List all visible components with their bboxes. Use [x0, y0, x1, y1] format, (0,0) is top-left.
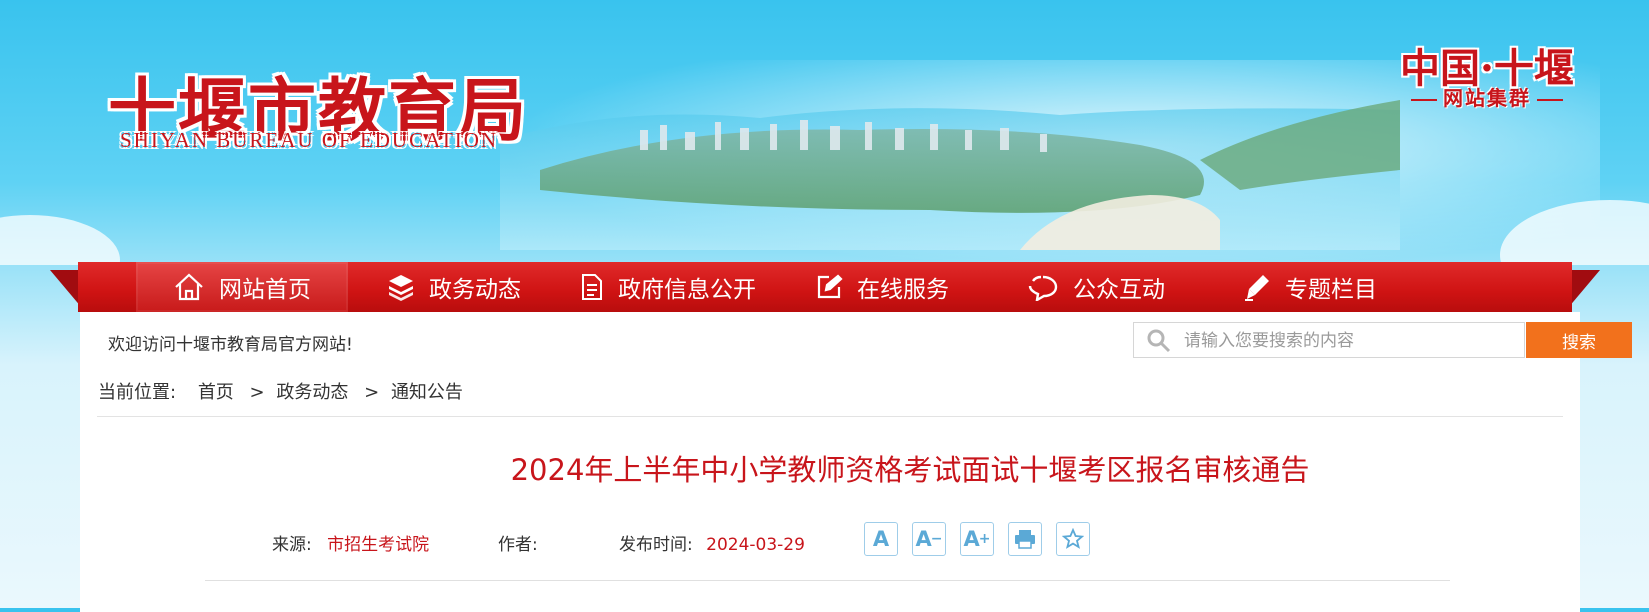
header-banner: 十堰市教育局 SHIYAN BUREAU OF EDUCATION 中国·十堰 …	[0, 0, 1649, 265]
minus-icon: −	[930, 531, 943, 547]
font-normal-label: A	[872, 527, 890, 551]
breadcrumb-label: 当前位置:	[98, 382, 177, 403]
breadcrumb-separator: >	[364, 382, 380, 403]
meta-divider	[205, 580, 1450, 581]
breadcrumb-separator: >	[249, 382, 265, 403]
source-label: 来源:	[272, 535, 312, 555]
content-panel: 欢迎访问十堰市教育局官方网站! 搜索 当前位置: 首页 > 政务动态 > 通知公…	[80, 312, 1632, 612]
nav-item-label: 政府信息公开	[618, 277, 756, 303]
breadcrumb-news[interactable]: 政务动态	[276, 382, 348, 403]
nav-item-online-service[interactable]: 在线服务	[776, 262, 988, 312]
pen-icon	[1245, 275, 1269, 301]
article-date: 发布时间: 2024-03-29	[619, 530, 805, 555]
font-smaller-label: A	[915, 527, 932, 551]
city-panorama	[500, 100, 1400, 250]
font-normal-button[interactable]: A	[864, 522, 898, 556]
date-label: 发布时间:	[619, 535, 693, 555]
layers-icon	[389, 275, 413, 301]
font-larger-label: A	[963, 527, 980, 551]
main-nav-wrapper: 网站首页 政务动态 政府信息公开 在线服务 公众互动 专题栏目	[50, 262, 1600, 312]
article-source: 来源: 市招生考试院	[272, 530, 429, 555]
nav-item-label: 专题栏目	[1285, 277, 1377, 303]
author-label: 作者:	[498, 535, 538, 555]
nav-item-label: 政务动态	[429, 277, 521, 303]
nav-item-interaction[interactable]: 公众互动	[990, 262, 1202, 312]
search-button[interactable]: 搜索	[1526, 322, 1632, 358]
plus-icon: +	[978, 531, 991, 547]
source-value: 市招生考试院	[327, 535, 430, 555]
nav-item-news[interactable]: 政务动态	[348, 262, 560, 312]
nav-item-label: 在线服务	[857, 277, 949, 303]
breadcrumb-notice[interactable]: 通知公告	[391, 382, 463, 403]
nav-item-home[interactable]: 网站首页	[136, 262, 348, 312]
home-icon	[175, 273, 203, 301]
breadcrumb: 当前位置: 首页 > 政务动态 > 通知公告	[98, 378, 467, 404]
nav-item-special[interactable]: 专题栏目	[1204, 262, 1416, 312]
site-logo-en: SHIYAN BUREAU OF EDUCATION	[120, 128, 499, 152]
nav-item-info-public[interactable]: 政府信息公开	[562, 262, 774, 312]
breadcrumb-home[interactable]: 首页	[198, 382, 234, 403]
font-smaller-button[interactable]: A −	[912, 522, 946, 556]
star-icon	[1062, 528, 1084, 549]
nav-item-label: 网站首页	[219, 277, 311, 303]
search-input[interactable]	[1182, 323, 1516, 359]
breadcrumb-divider	[97, 416, 1563, 417]
cloud-decoration	[0, 215, 120, 265]
date-value: 2024-03-29	[706, 535, 805, 555]
nav-item-label: 公众互动	[1073, 277, 1165, 303]
search-box	[1133, 322, 1525, 359]
article-author: 作者:	[498, 530, 538, 555]
font-larger-button[interactable]: A +	[960, 522, 994, 556]
print-icon	[1015, 530, 1035, 549]
print-button[interactable]	[1008, 522, 1042, 556]
edit-icon	[817, 274, 843, 299]
document-icon	[582, 274, 602, 300]
site-group-subtitle: 网站集群	[1405, 82, 1569, 111]
favorite-button[interactable]	[1056, 522, 1090, 556]
article-title: 2024年上半年中小学教师资格考试面试十堰考区报名审核通告	[510, 453, 1310, 487]
welcome-text: 欢迎访问十堰市教育局官方网站!	[108, 335, 353, 355]
chat-icon	[1028, 275, 1058, 301]
search-icon	[1147, 329, 1171, 353]
main-nav: 网站首页 政务动态 政府信息公开 在线服务 公众互动 专题栏目	[78, 262, 1572, 312]
nav-right-fold	[1568, 270, 1600, 308]
